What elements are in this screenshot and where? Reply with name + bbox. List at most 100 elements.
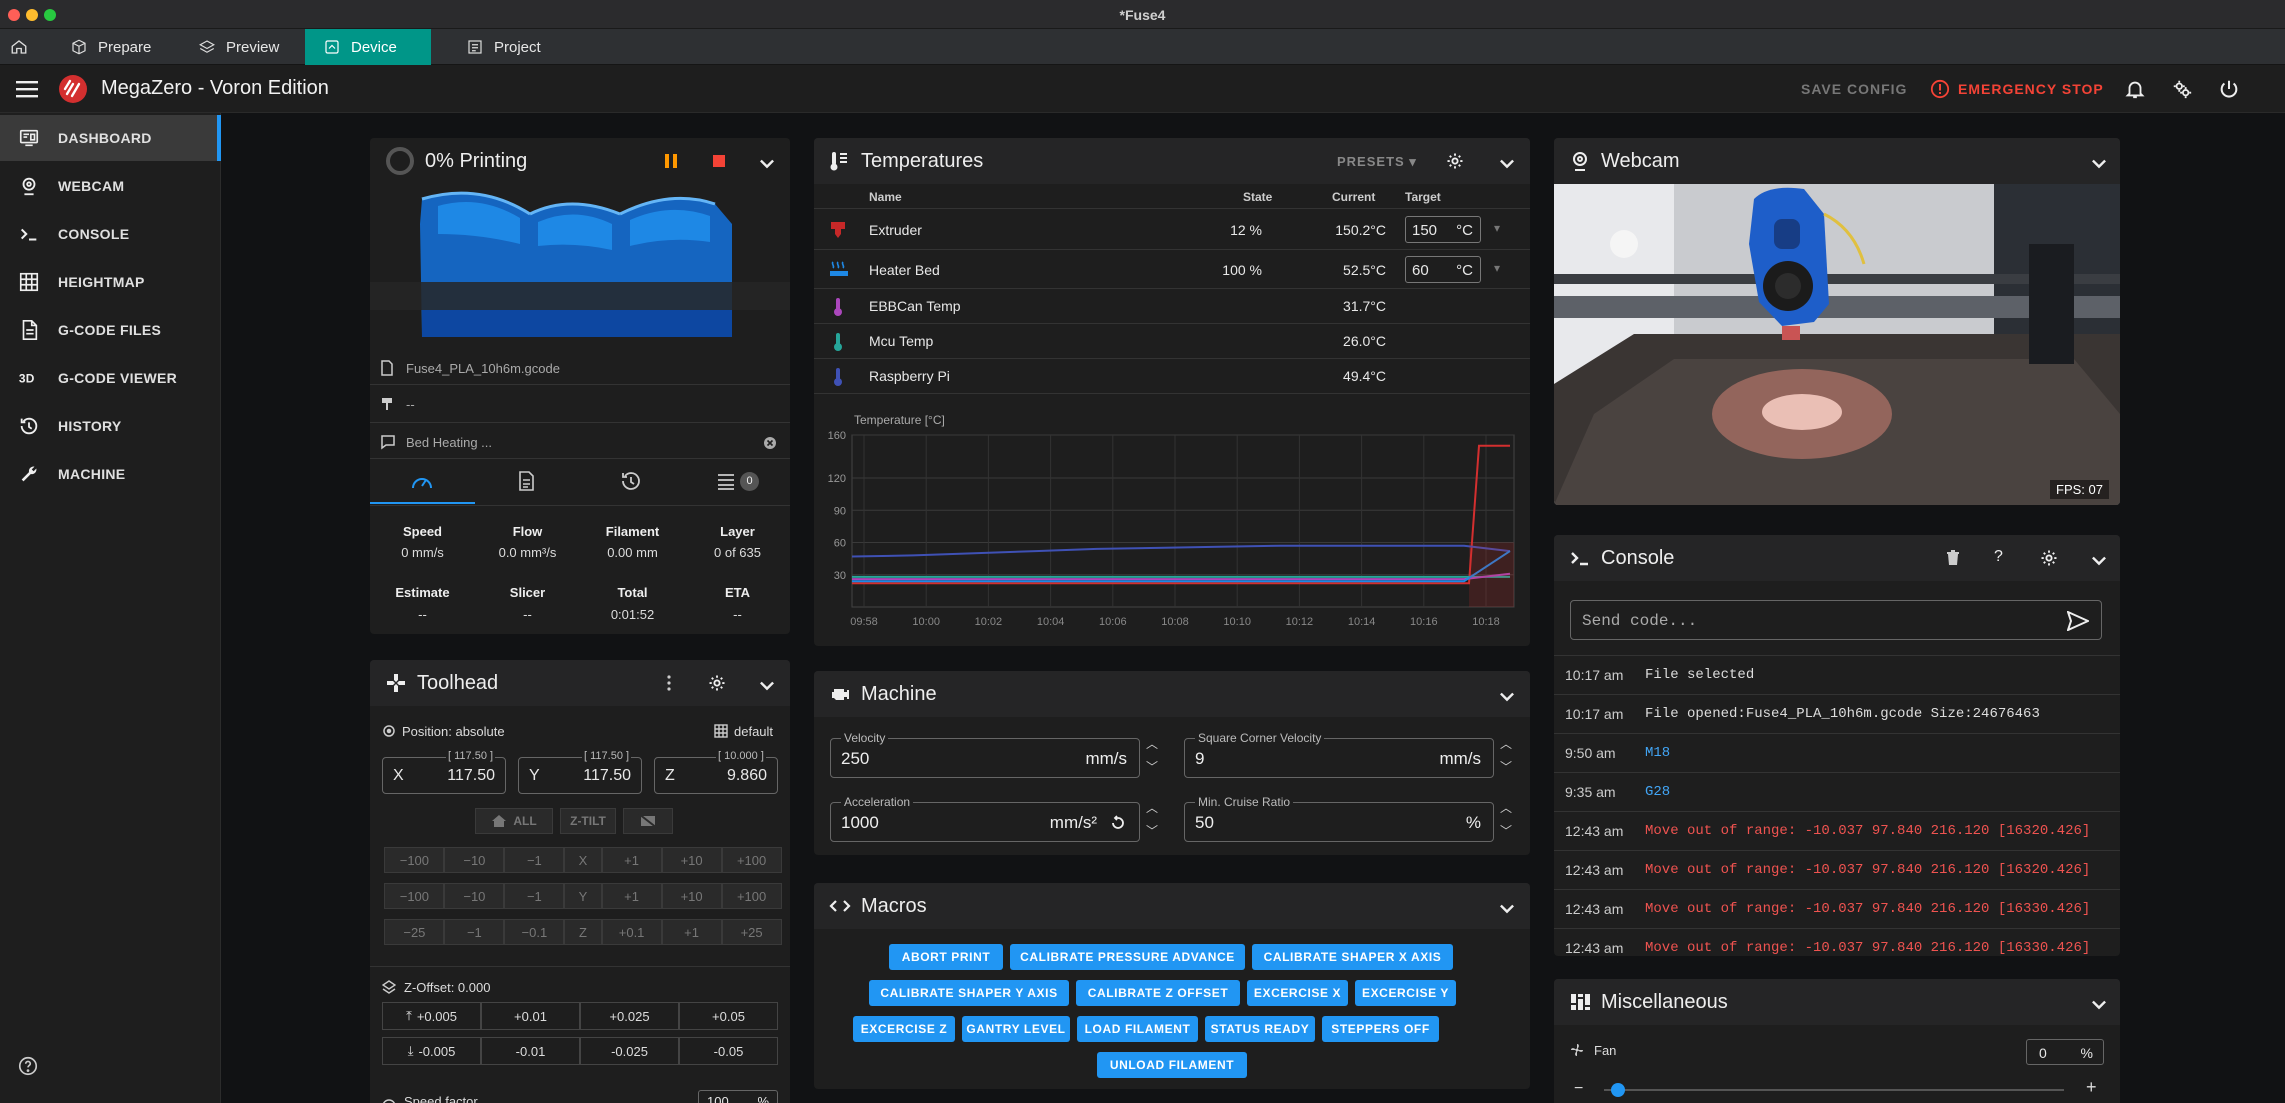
save-config-button[interactable]: SAVE CONFIG bbox=[1801, 81, 1907, 97]
macro-button[interactable]: ABORT PRINT bbox=[889, 944, 1003, 970]
chevron-down-icon[interactable] bbox=[2088, 993, 2110, 1015]
square-corner-velocity-field[interactable]: Square Corner Velocity 9 mm/s bbox=[1184, 731, 1494, 778]
trash-icon[interactable] bbox=[1946, 550, 1960, 566]
macro-button[interactable]: EXCERCISE Y bbox=[1355, 980, 1456, 1006]
macro-button[interactable]: CALIBRATE Z OFFSET bbox=[1076, 980, 1240, 1006]
dots-vertical-icon[interactable] bbox=[660, 674, 678, 692]
home-button[interactable] bbox=[0, 29, 38, 65]
tab-device[interactable]: Device bbox=[305, 29, 431, 65]
velocity-stepper[interactable]: ︿ ﹀ bbox=[1146, 733, 1158, 779]
help-icon[interactable] bbox=[17, 1055, 39, 1077]
tab-preview[interactable]: Preview bbox=[180, 29, 297, 65]
sidebar-item-webcam[interactable]: WEBCAM bbox=[0, 163, 221, 209]
jog-y-button[interactable]: +10 bbox=[661, 883, 722, 909]
jog-z-button[interactable]: +1 bbox=[661, 919, 722, 945]
presets-dropdown[interactable]: PRESETS ▾ bbox=[1337, 154, 1417, 170]
home-all-button[interactable]: ALL bbox=[475, 808, 553, 834]
console-input[interactable]: Send code... bbox=[1570, 600, 2102, 640]
console-message[interactable]: G28 bbox=[1645, 784, 1670, 800]
sidebar-item-console[interactable]: CONSOLE bbox=[0, 211, 221, 257]
chevron-down-icon[interactable] bbox=[2088, 152, 2110, 174]
sidebar-item-machine[interactable]: MACHINE bbox=[0, 451, 221, 497]
fan-decrease-button[interactable]: − bbox=[1574, 1080, 1583, 1098]
help-icon[interactable]: ? bbox=[1994, 548, 2003, 566]
tab-status-files[interactable] bbox=[475, 459, 580, 504]
z-offset-up-button[interactable]: +0.05 bbox=[679, 1002, 778, 1030]
chevron-down-icon[interactable]: ▾ bbox=[1494, 261, 1500, 275]
chevron-down-icon[interactable] bbox=[756, 152, 778, 174]
pause-icon[interactable] bbox=[662, 152, 680, 170]
menu-icon[interactable] bbox=[16, 79, 40, 99]
z-position-field[interactable]: Z 9.860 bbox=[654, 757, 778, 794]
sidebar-item-heightmap[interactable]: HEIGHTMAP bbox=[0, 259, 221, 305]
jog-z-button[interactable]: −1 bbox=[444, 919, 505, 945]
chevron-down-icon[interactable] bbox=[756, 674, 778, 696]
cruise-stepper[interactable]: ︿ ﹀ bbox=[1500, 797, 1512, 843]
jog-y-button[interactable]: −100 bbox=[384, 883, 445, 909]
sidebar-item-dashboard[interactable]: DASHBOARD bbox=[0, 115, 221, 161]
sidebar-item-history[interactable]: HISTORY bbox=[0, 403, 221, 449]
motors-off-button[interactable] bbox=[623, 808, 673, 834]
speed-factor-input[interactable]: 100 % bbox=[698, 1090, 778, 1103]
console-message[interactable]: M18 bbox=[1645, 745, 1670, 761]
macro-button[interactable]: EXCERCISE X bbox=[1247, 980, 1348, 1006]
macro-button[interactable]: STEPPERS OFF bbox=[1322, 1016, 1439, 1042]
macro-button[interactable]: CALIBRATE PRESSURE ADVANCE bbox=[1010, 944, 1245, 970]
tab-status-queue[interactable]: 0 bbox=[685, 459, 790, 504]
gear-icon[interactable] bbox=[2040, 549, 2058, 567]
z-offset-down-button[interactable]: -0.025 bbox=[580, 1037, 679, 1065]
jog-y-button[interactable]: +100 bbox=[721, 883, 782, 909]
emergency-stop-button[interactable]: EMERGENCY STOP bbox=[1958, 81, 2104, 97]
close-circle-icon[interactable] bbox=[763, 436, 777, 450]
chevron-down-icon[interactable] bbox=[1496, 152, 1518, 174]
fan-slider-track[interactable] bbox=[1604, 1089, 2064, 1091]
bed-target-input[interactable]: 60 °C bbox=[1405, 256, 1481, 283]
z-offset-down-button[interactable]: -0.01 bbox=[481, 1037, 580, 1065]
jog-z-button[interactable]: −0.1 bbox=[504, 919, 565, 945]
reset-icon[interactable] bbox=[1109, 814, 1127, 832]
jog-x-button[interactable]: −100 bbox=[384, 847, 445, 873]
jog-y-button[interactable]: −10 bbox=[444, 883, 505, 909]
gear-icon[interactable] bbox=[1446, 152, 1464, 170]
power-icon[interactable] bbox=[2218, 78, 2240, 100]
z-offset-up-button[interactable]: +0.01 bbox=[481, 1002, 580, 1030]
tab-prepare[interactable]: Prepare bbox=[52, 29, 169, 65]
settings-cogs-icon[interactable] bbox=[2171, 78, 2193, 100]
tab-status-stats[interactable] bbox=[370, 459, 475, 504]
macro-button[interactable]: UNLOAD FILAMENT bbox=[1097, 1052, 1247, 1078]
min-cruise-ratio-field[interactable]: Min. Cruise Ratio 50 % bbox=[1184, 795, 1494, 842]
scv-stepper[interactable]: ︿ ﹀ bbox=[1500, 733, 1512, 779]
z-offset-up-button[interactable]: +0.025 bbox=[580, 1002, 679, 1030]
y-position-field[interactable]: Y 117.50 bbox=[518, 757, 642, 794]
send-icon[interactable] bbox=[2067, 611, 2089, 631]
bell-icon[interactable] bbox=[2124, 78, 2146, 100]
z-offset-down-button[interactable]: ⤓ -0.005 bbox=[382, 1037, 481, 1065]
extruder-target-input[interactable]: 150 °C bbox=[1405, 216, 1481, 243]
jog-x-button[interactable]: +100 bbox=[721, 847, 782, 873]
chevron-down-icon[interactable] bbox=[2088, 549, 2110, 571]
jog-x-button[interactable]: +1 bbox=[601, 847, 662, 873]
macro-button[interactable]: CALIBRATE SHAPER Y AXIS bbox=[869, 980, 1069, 1006]
jog-z-button[interactable]: +0.1 bbox=[601, 919, 662, 945]
x-position-field[interactable]: X 117.50 bbox=[382, 757, 506, 794]
macro-button[interactable]: CALIBRATE SHAPER X AXIS bbox=[1252, 944, 1453, 970]
jog-y-button[interactable]: −1 bbox=[504, 883, 565, 909]
jog-x-button[interactable]: −1 bbox=[504, 847, 565, 873]
fan-value-input[interactable]: 0 % bbox=[2026, 1039, 2104, 1065]
jog-z-button[interactable]: +25 bbox=[721, 919, 782, 945]
tab-status-history[interactable] bbox=[580, 459, 685, 504]
fan-slider-thumb[interactable] bbox=[1611, 1083, 1625, 1097]
tab-project[interactable]: Project bbox=[448, 29, 559, 65]
chevron-down-icon[interactable] bbox=[1496, 685, 1518, 707]
macro-button[interactable]: EXCERCISE Z bbox=[853, 1016, 955, 1042]
acceleration-field[interactable]: Acceleration 1000 mm/s² bbox=[830, 795, 1140, 842]
jog-x-button[interactable]: −10 bbox=[444, 847, 505, 873]
stop-icon[interactable] bbox=[710, 152, 728, 170]
fan-increase-button[interactable]: + bbox=[2086, 1077, 2097, 1098]
velocity-field[interactable]: Velocity 250 mm/s bbox=[830, 731, 1140, 778]
acceleration-stepper[interactable]: ︿ ﹀ bbox=[1146, 797, 1158, 843]
macro-button[interactable]: GANTRY LEVEL bbox=[962, 1016, 1070, 1042]
jog-y-button[interactable]: +1 bbox=[601, 883, 662, 909]
sidebar-item-gcode-files[interactable]: G-CODE FILES bbox=[0, 307, 221, 353]
chevron-down-icon[interactable]: ▾ bbox=[1494, 221, 1500, 235]
